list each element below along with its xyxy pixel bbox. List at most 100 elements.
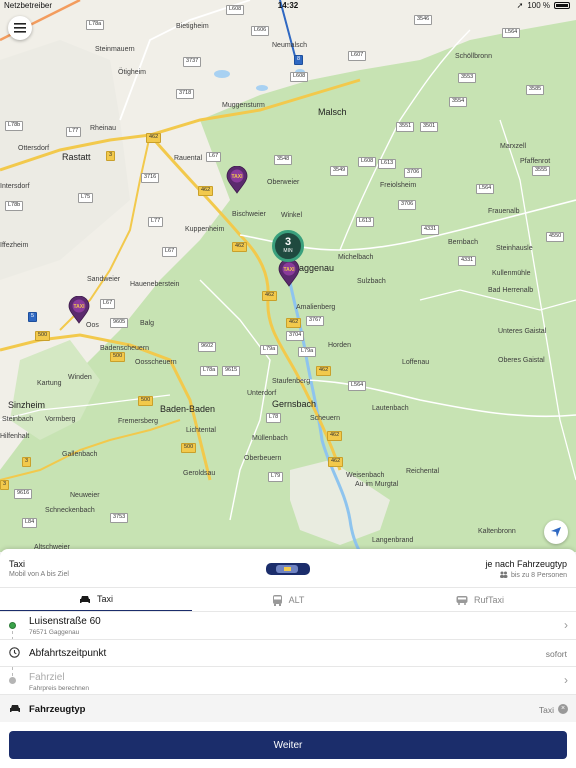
map-place-label: Badenscheuern: [100, 345, 150, 352]
tab-ruftaxi[interactable]: RufTaxi: [384, 588, 576, 612]
road-shield: L67: [162, 247, 178, 257]
map-place-label: Steinhausle: [496, 245, 533, 252]
map-place-label: Neuweier: [70, 492, 100, 499]
map-place-label: Kartung: [37, 380, 62, 387]
vehicle-label: Fahrzeugtyp: [29, 704, 86, 715]
road-shield: L78: [266, 413, 282, 423]
status-time: 14:32: [277, 1, 299, 10]
taxi-car-icon: [266, 563, 310, 575]
road-shield: 3716: [141, 173, 160, 183]
road-shield: 500: [181, 443, 197, 453]
road-shield: L78a: [200, 366, 219, 376]
road-shield: 462: [286, 318, 302, 328]
destination-row[interactable]: Fahrziel Fahrpreis berechnen ›: [0, 666, 576, 694]
map-place-label: Intersdorf: [0, 183, 30, 190]
menu-button[interactable]: [8, 16, 32, 40]
tab-label: RufTaxi: [473, 595, 504, 605]
destination-placeholder: Fahrziel: [29, 672, 65, 683]
road-shield: 3548: [274, 155, 293, 165]
location-services-icon: ➚: [516, 1, 524, 10]
vehicle-type-summary[interactable]: Taxi Mobil von A bis Ziel je nach Fahrze…: [0, 549, 576, 585]
departure-label: Abfahrtszeitpunkt: [29, 648, 107, 659]
taxi-pin-icon[interactable]: TAXI: [278, 258, 300, 287]
road-shield: 9605: [110, 318, 129, 328]
origin-dot-icon: [9, 622, 16, 629]
map-place-label: Winden: [68, 374, 92, 381]
road-shield: L79a: [260, 345, 279, 355]
road-shield: 462: [146, 133, 162, 143]
bus-icon: [272, 594, 282, 606]
road-shield: L84: [22, 518, 38, 528]
road-shield: L613: [356, 217, 375, 227]
road-shield: L78b: [5, 201, 24, 211]
continue-button[interactable]: Weiter: [9, 731, 567, 759]
taxi-pin-icon[interactable]: TAXI: [226, 165, 248, 194]
road-shield: L79a: [298, 347, 317, 357]
map[interactable]: Bietigheim Neumalsch Steinmauern Ötigheim Rh…: [0, 0, 576, 552]
vehicle-type-note: je nach Fahrzeugtyp: [485, 559, 567, 569]
road-shield: L75: [78, 193, 94, 203]
map-place-label: Kaltenbronn: [478, 528, 516, 535]
road-shield: 500: [35, 331, 51, 341]
tab-alt[interactable]: ALT: [192, 588, 384, 612]
map-place-label: Ottersdorf: [18, 145, 50, 152]
origin-row[interactable]: Luisenstraße 60 76571 Gaggenau ›: [0, 611, 576, 640]
road-shield: 3: [0, 480, 10, 490]
road-shield: L608: [358, 157, 377, 167]
destination-dot-icon: [9, 677, 16, 684]
map-place-label: Sulzbach: [357, 278, 386, 285]
eta-unit: MIN: [283, 248, 293, 254]
clear-icon[interactable]: ×: [558, 704, 568, 714]
road-shield: 3706: [404, 168, 423, 178]
battery-percent: 100 %: [527, 1, 550, 10]
road-shield: L79: [268, 472, 284, 482]
map-place-label: Lautenbach: [372, 405, 409, 412]
eta-value: 3: [284, 236, 292, 248]
road-shield: 3753: [110, 513, 129, 523]
map-place-label: Fremersberg: [118, 418, 159, 425]
road-shield: L564: [476, 184, 495, 194]
map-place-label: Unterdorf: [247, 390, 277, 397]
map-place-label: Michelbach: [338, 254, 374, 261]
origin-city: 76571 Gaggenau: [29, 629, 80, 636]
clock-icon: [9, 647, 20, 658]
destination-hint: Fahrpreis berechnen: [29, 685, 89, 692]
road-shield: 3549: [330, 166, 349, 176]
road-shield: L608: [290, 72, 309, 82]
map-place-label: Neumalsch: [272, 42, 308, 49]
map-place-label: Unteres Gaistal: [498, 328, 547, 335]
map-place-label: Staufenberg: [272, 378, 311, 385]
tab-taxi[interactable]: Taxi: [0, 588, 192, 612]
map-place-label: Loffenau: [402, 359, 430, 366]
road-shield: 3554: [449, 97, 468, 107]
departure-row[interactable]: Abfahrtszeitpunkt sofort: [0, 639, 576, 666]
locate-me-button[interactable]: [544, 520, 568, 544]
map-place-label: Oosscheuern: [135, 359, 177, 366]
map-place-label: Vormberg: [45, 416, 76, 423]
tab-label: Taxi: [96, 594, 113, 604]
origin-street: Luisenstraße 60: [29, 616, 101, 627]
hamburger-icon: [14, 23, 26, 33]
vehicle-row[interactable]: Fahrzeugtyp Taxi ×: [0, 694, 576, 722]
map-place-label: Muggensturm: [222, 102, 265, 109]
location-arrow-icon: [551, 527, 561, 537]
map-place-label: Reichental: [406, 468, 440, 475]
map-place-label: Bischweier: [232, 211, 266, 218]
map-place-label: Rheinau: [90, 125, 117, 132]
map-place-label: Langenbrand: [372, 537, 414, 544]
road-shield: L77: [148, 217, 164, 227]
chevron-right-icon: ›: [564, 618, 568, 632]
road-shield: 3546: [414, 15, 433, 25]
taxi-pin-icon[interactable]: TAXI: [68, 295, 90, 324]
departure-value: sofort: [545, 649, 567, 659]
map-place-label: Müllenbach: [252, 435, 288, 442]
road-shield: 3553: [458, 73, 477, 83]
map-place-label: Iffezheim: [0, 242, 29, 249]
road-shield: 3718: [176, 89, 195, 99]
road-shield: 3555: [532, 166, 551, 176]
road-shield: 9616: [14, 489, 33, 499]
road-shield: 3585: [526, 85, 545, 95]
map-place-label: Winkel: [281, 212, 303, 219]
map-place-label: Rauental: [174, 155, 203, 162]
vehicle-type-subtitle: Mobil von A bis Ziel: [9, 571, 69, 578]
